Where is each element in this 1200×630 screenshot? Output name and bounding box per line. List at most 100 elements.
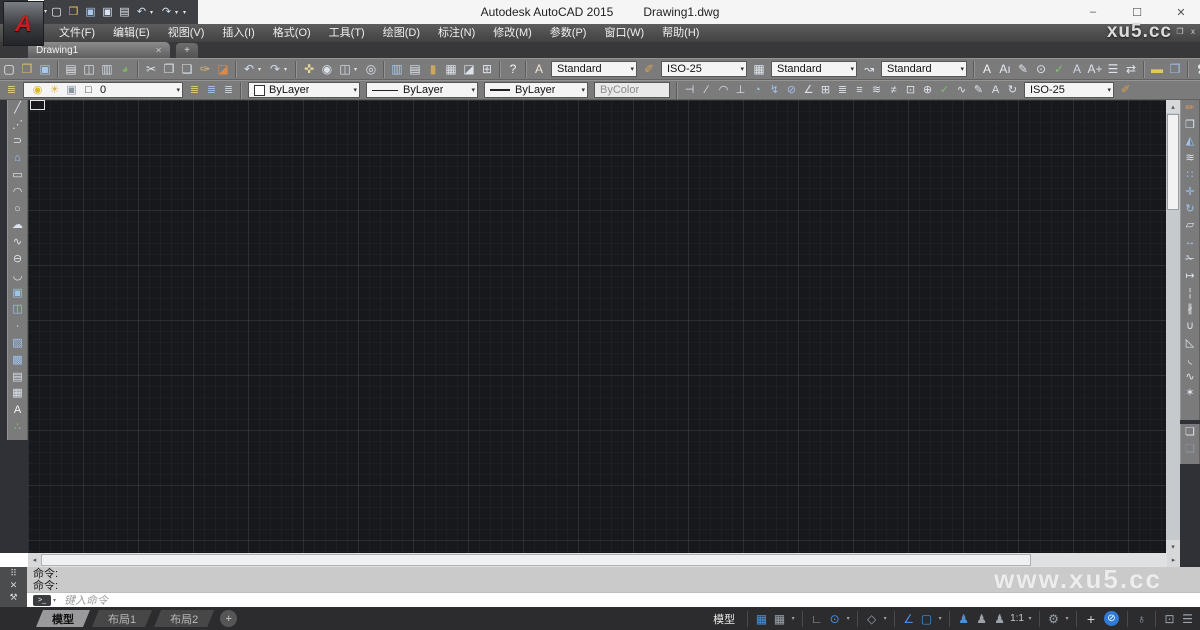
- text-style-combo[interactable]: Standard ▾: [551, 61, 637, 77]
- break-at-point-icon[interactable]: ¦: [1180, 285, 1200, 302]
- combo-caret-icon[interactable]: ▾: [736, 65, 744, 73]
- object-color-combo[interactable]: ByLayer ▾: [248, 82, 360, 98]
- erase-icon[interactable]: ✏: [1180, 100, 1200, 117]
- ellipse-arc-icon[interactable]: ◡: [8, 268, 28, 285]
- isodraft-caret-icon[interactable]: ▾: [881, 615, 889, 622]
- quick-select-icon[interactable]: ❐: [1166, 60, 1184, 78]
- doc-restore-icon[interactable]: ❐: [1175, 27, 1185, 37]
- model-space-button[interactable]: 模型: [706, 611, 742, 627]
- file-tab-close-icon[interactable]: ✕: [155, 46, 162, 55]
- tab-layout2[interactable]: 布局2: [154, 610, 214, 627]
- fullscreen-menu-icon[interactable]: ☰: [1179, 610, 1196, 627]
- mleader-style-icon[interactable]: ↝: [860, 60, 878, 78]
- undo-icon[interactable]: ↶: [240, 60, 258, 78]
- annotation-scale-icon[interactable]: ♟: [991, 610, 1008, 627]
- dim-continue-icon[interactable]: ≡: [851, 81, 868, 99]
- ellipse-icon[interactable]: ⊖: [8, 251, 28, 268]
- scroll-down-icon[interactable]: ▾: [1166, 540, 1180, 553]
- layer-previous-icon[interactable]: ≣: [203, 81, 220, 99]
- explode-icon[interactable]: ✶: [1180, 386, 1200, 403]
- annotation-visibility-icon[interactable]: ♟: [955, 610, 972, 627]
- new-file-icon[interactable]: ▢: [48, 3, 65, 21]
- extend-icon[interactable]: ↦: [1180, 268, 1200, 285]
- graphics-performance-icon[interactable]: ♁: [1133, 610, 1150, 627]
- etransmit-icon[interactable]: ❡: [1192, 60, 1200, 78]
- rotate-icon[interactable]: ↻: [1180, 201, 1200, 218]
- blend-curves-icon[interactable]: ∿: [1180, 369, 1200, 386]
- dim-jog-line-icon[interactable]: ∿: [953, 81, 970, 99]
- combo-caret-icon[interactable]: ▾: [349, 86, 357, 94]
- layer-combo[interactable]: ◉☀▣□ 0 ▾: [23, 82, 183, 98]
- menu-help[interactable]: 帮助(H): [653, 24, 708, 42]
- close-button[interactable]: ✕: [1174, 6, 1188, 19]
- drawing-canvas[interactable]: [28, 100, 1166, 553]
- move-icon[interactable]: ✛: [1180, 184, 1200, 201]
- dim-ordinate-icon[interactable]: ⊥: [732, 81, 749, 99]
- find-text-icon[interactable]: ⊙: [1032, 60, 1050, 78]
- text-style-icon[interactable]: A: [530, 60, 548, 78]
- join-icon[interactable]: ∪: [1180, 318, 1200, 335]
- layer-lock-icon[interactable]: ▣: [63, 83, 80, 97]
- make-object-layer-current-icon[interactable]: ≣: [186, 81, 203, 99]
- measure-distance-icon[interactable]: ▬: [1148, 60, 1166, 78]
- tolerance-icon[interactable]: ⊡: [902, 81, 919, 99]
- menu-dimension[interactable]: 标注(N): [429, 24, 484, 42]
- plot-icon[interactable]: ▥: [98, 60, 116, 78]
- convert-space-icon[interactable]: ⇄: [1122, 60, 1140, 78]
- minimize-button[interactable]: –: [1086, 6, 1100, 18]
- publish-icon[interactable]: ◕: [116, 60, 134, 78]
- revision-cloud-icon[interactable]: ☁: [8, 218, 28, 235]
- annotation-scale-value[interactable]: 1:1: [1009, 613, 1025, 624]
- layer-properties-icon[interactable]: ≣: [3, 81, 20, 99]
- match-properties-icon[interactable]: ✑: [196, 60, 214, 78]
- vertical-scroll-thumb[interactable]: [1167, 114, 1179, 210]
- polar-tracking-icon[interactable]: ⊙: [826, 610, 843, 627]
- ortho-mode-icon[interactable]: ∟: [808, 610, 825, 627]
- center-mark-icon[interactable]: ⊕: [919, 81, 936, 99]
- horizontal-scroll-thumb[interactable]: [41, 554, 1031, 566]
- dim-linear-icon[interactable]: ⊣: [681, 81, 698, 99]
- command-prompt-caret-icon[interactable]: ▾: [53, 597, 56, 604]
- dim-jogged-icon[interactable]: ↯: [766, 81, 783, 99]
- application-menu-caret-icon[interactable]: ▾: [44, 8, 47, 15]
- region-icon[interactable]: ▤: [8, 369, 28, 386]
- line-icon[interactable]: ╱: [8, 100, 28, 117]
- annotation-autoscale-icon[interactable]: ♟: [973, 610, 990, 627]
- scroll-up-icon[interactable]: ▴: [1166, 100, 1180, 113]
- combo-caret-icon[interactable]: ▾: [956, 65, 964, 73]
- object-snap-tracking-icon[interactable]: ∠: [900, 610, 917, 627]
- scale-icon[interactable]: ▱: [1180, 218, 1200, 235]
- combo-caret-icon[interactable]: ▾: [467, 86, 475, 94]
- combo-caret-icon[interactable]: ▾: [626, 65, 634, 73]
- redo-icon[interactable]: ↷: [158, 3, 175, 21]
- scale-text-icon[interactable]: A+: [1086, 60, 1104, 78]
- markup-set-manager-icon[interactable]: ◪: [460, 60, 478, 78]
- linetype-combo[interactable]: ByLayer ▾: [366, 82, 478, 98]
- mtext-icon[interactable]: A: [978, 60, 996, 78]
- print-icon[interactable]: ▤: [62, 60, 80, 78]
- menu-window[interactable]: 窗口(W): [595, 24, 653, 42]
- mleader-style-combo[interactable]: Standard ▾: [881, 61, 967, 77]
- combo-caret-icon[interactable]: ▾: [172, 86, 180, 94]
- copy-icon[interactable]: ❐: [1180, 117, 1200, 134]
- paste-icon[interactable]: ❏: [178, 60, 196, 78]
- dim-edit-icon[interactable]: ✎: [970, 81, 987, 99]
- lineweight-combo[interactable]: ByLayer ▾: [484, 82, 588, 98]
- polygon-icon[interactable]: ⌂: [8, 150, 28, 167]
- pan-icon[interactable]: ✜: [300, 60, 318, 78]
- array-icon[interactable]: ∷: [1180, 167, 1200, 184]
- command-prompt-icon[interactable]: >_: [33, 595, 51, 606]
- osnap-caret-icon[interactable]: ▾: [936, 615, 944, 622]
- tab-model[interactable]: 模型: [36, 610, 90, 627]
- snap-caret-icon[interactable]: ▾: [789, 615, 797, 622]
- single-line-text-icon[interactable]: Aı: [996, 60, 1014, 78]
- combo-caret-icon[interactable]: ▾: [846, 65, 854, 73]
- zoom-window-icon[interactable]: ◫: [336, 60, 354, 78]
- zoom-realtime-icon[interactable]: ◉: [318, 60, 336, 78]
- menu-edit[interactable]: 编辑(E): [104, 24, 159, 42]
- block-editor-icon[interactable]: ◪: [214, 60, 232, 78]
- menu-modify[interactable]: 修改(M): [484, 24, 541, 42]
- dim-diameter-icon[interactable]: ⊘: [783, 81, 800, 99]
- dim-radius-icon[interactable]: ◔: [749, 81, 766, 99]
- hatch-icon[interactable]: ▨: [8, 335, 28, 352]
